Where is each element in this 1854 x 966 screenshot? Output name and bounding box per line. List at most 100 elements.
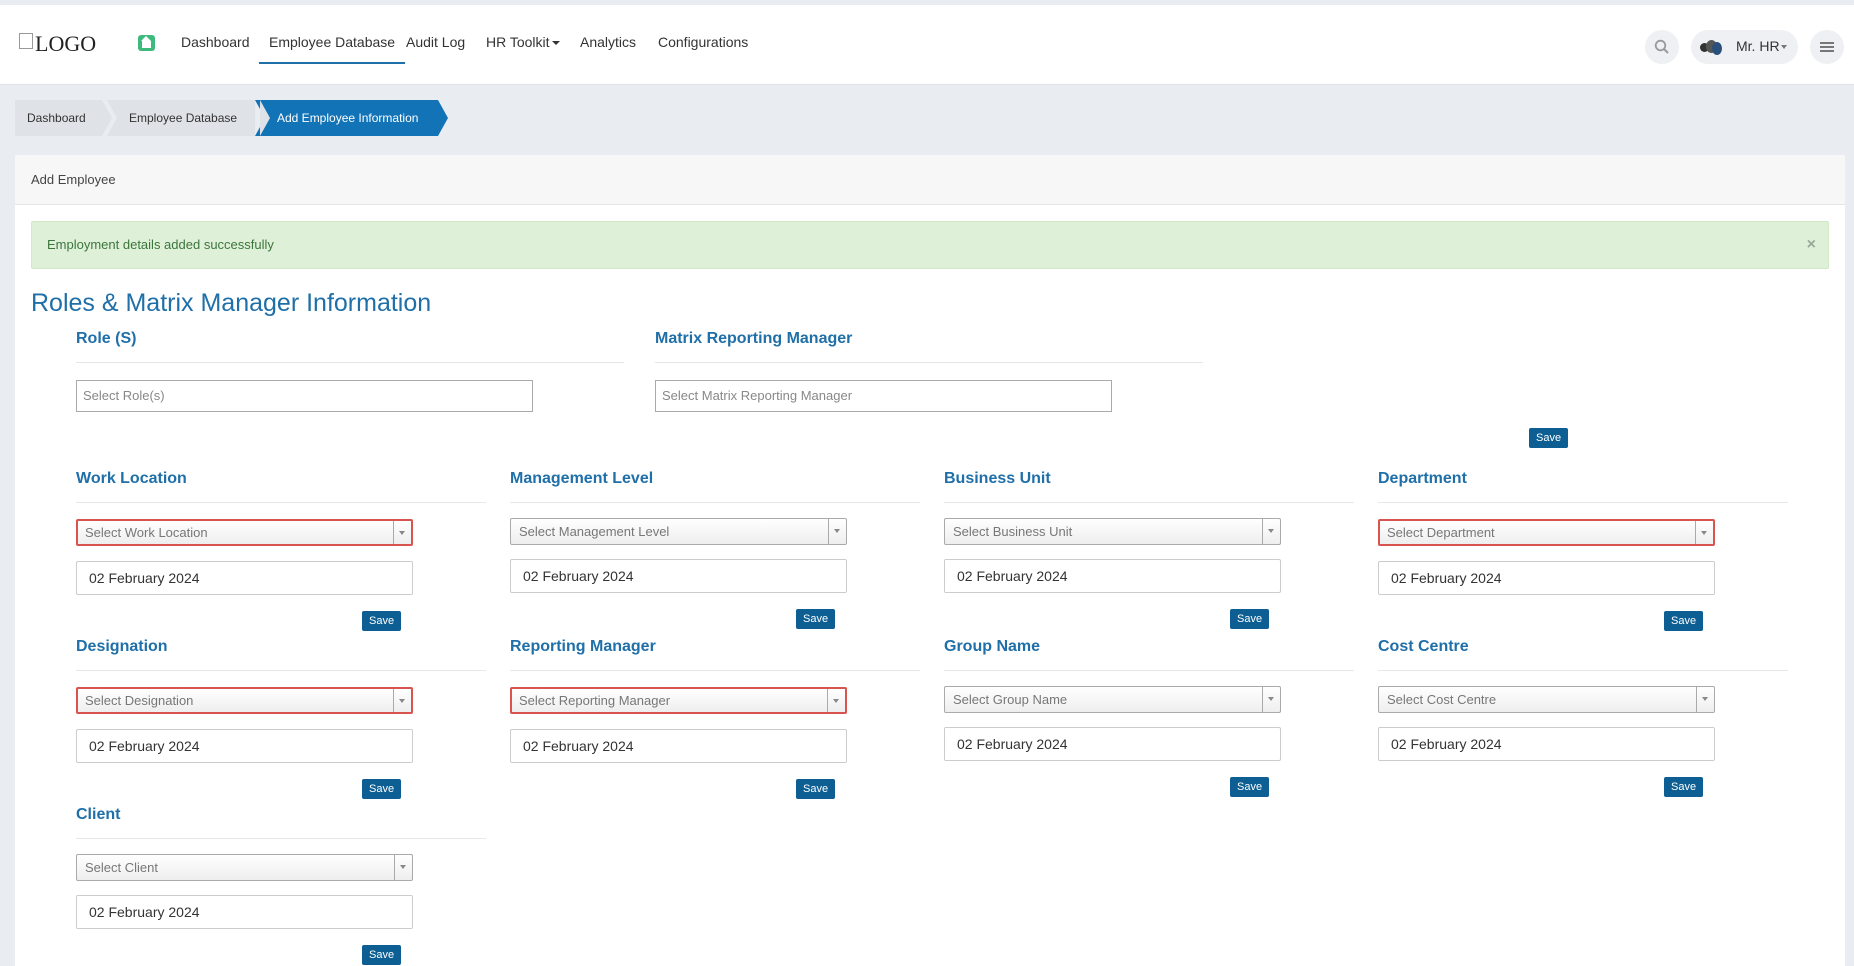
select-placeholder: Select Reporting Manager — [519, 693, 671, 708]
field-label: Client — [76, 804, 486, 839]
role-select-input[interactable]: Select Role(s) — [76, 380, 533, 412]
department-save-button[interactable]: Save — [1664, 611, 1704, 631]
chevron-down-icon — [551, 41, 560, 46]
breadcrumb-employee-database[interactable]: Employee Database — [107, 100, 270, 136]
business-unit-field: Business Unit — [944, 468, 1354, 503]
work-location-field: Work Location — [76, 468, 486, 503]
business-unit-select[interactable]: Select Business Unit — [944, 518, 1281, 545]
nav-configurations[interactable]: Configurations — [658, 34, 748, 50]
broken-image-icon — [19, 33, 33, 49]
chevron-down-icon — [1262, 519, 1280, 544]
roles-save-button[interactable]: Save — [1529, 428, 1569, 448]
menu-icon-bar — [1820, 46, 1834, 48]
reporting-manager-select[interactable]: Select Reporting Manager — [510, 687, 847, 714]
panel-title: Add Employee — [15, 155, 1845, 205]
chevron-down-icon — [828, 519, 846, 544]
nav-analytics[interactable]: Analytics — [580, 34, 636, 50]
nav-employee-database[interactable]: Employee Database — [258, 34, 406, 64]
close-icon[interactable]: × — [1807, 222, 1816, 268]
department-date-input[interactable]: 02 February 2024 — [1378, 561, 1715, 595]
matrix-manager-field: Matrix Reporting Manager — [655, 328, 1203, 363]
chevron-down-icon — [394, 855, 412, 880]
department-field: Department — [1378, 468, 1788, 503]
role-label: Role (S) — [76, 328, 624, 363]
designation-select[interactable]: Select Designation — [76, 687, 413, 714]
breadcrumb-dashboard[interactable]: Dashboard — [15, 100, 112, 136]
breadcrumb-add-employee-information: Add Employee Information — [255, 100, 448, 136]
cost-centre-select[interactable]: Select Cost Centre — [1378, 686, 1715, 713]
field-label: Designation — [76, 636, 486, 671]
management-level-field: Management Level — [510, 468, 920, 503]
chevron-down-icon — [827, 689, 845, 712]
user-menu[interactable]: Mr. HR — [1691, 30, 1798, 64]
search-icon — [1654, 39, 1669, 54]
top-navbar: LOGO Dashboard Employee Database Audit L… — [0, 5, 1854, 85]
add-employee-panel: Employment details added successfully × … — [15, 205, 1845, 966]
logo[interactable]: LOGO — [19, 31, 96, 57]
group-name-date-input[interactable]: 02 February 2024 — [944, 727, 1281, 761]
field-label: Department — [1378, 468, 1788, 503]
field-label: Reporting Manager — [510, 636, 920, 671]
work-location-select[interactable]: Select Work Location — [76, 519, 413, 546]
hamburger-menu-button[interactable] — [1810, 30, 1844, 64]
select-placeholder: Select Designation — [85, 693, 194, 708]
select-placeholder: Select Business Unit — [953, 524, 1073, 539]
business-unit-date-input[interactable]: 02 February 2024 — [944, 559, 1281, 593]
group-name-save-button[interactable]: Save — [1230, 777, 1270, 797]
field-label: Work Location — [76, 468, 486, 503]
chevron-down-icon — [393, 521, 411, 544]
select-placeholder: Select Management Level — [519, 524, 670, 539]
cost-centre-save-button[interactable]: Save — [1664, 777, 1704, 797]
cost-centre-field: Cost Centre — [1378, 636, 1788, 671]
section-title: Roles & Matrix Manager Information — [31, 289, 432, 317]
group-name-select[interactable]: Select Group Name — [944, 686, 1281, 713]
matrix-manager-select-input[interactable]: Select Matrix Reporting Manager — [655, 380, 1112, 412]
nav-audit-log[interactable]: Audit Log — [406, 34, 465, 50]
logo-alt-text: LOGO — [35, 31, 97, 56]
success-alert: Employment details added successfully × — [31, 221, 1829, 269]
reporting-manager-date-input[interactable]: 02 February 2024 — [510, 729, 847, 763]
department-select[interactable]: Select Department — [1378, 519, 1715, 546]
role-field: Role (S) — [76, 328, 624, 363]
cost-centre-date-input[interactable]: 02 February 2024 — [1378, 727, 1715, 761]
select-placeholder: Select Client — [85, 860, 158, 875]
designation-field: Designation — [76, 636, 486, 671]
menu-icon-bar — [1820, 50, 1834, 52]
group-name-field: Group Name — [944, 636, 1354, 671]
chevron-down-icon — [1262, 687, 1280, 712]
alert-message: Employment details added successfully — [47, 237, 274, 252]
reporting-manager-save-button[interactable]: Save — [796, 779, 836, 799]
work-location-save-button[interactable]: Save — [362, 611, 402, 631]
chevron-down-icon — [1781, 45, 1787, 49]
matrix-manager-label: Matrix Reporting Manager — [655, 328, 1203, 363]
client-field: Client — [76, 804, 486, 839]
management-level-date-input[interactable]: 02 February 2024 — [510, 559, 847, 593]
business-unit-save-button[interactable]: Save — [1230, 609, 1270, 629]
avatar — [1700, 39, 1722, 55]
select-placeholder: Select Cost Centre — [1387, 692, 1497, 707]
field-label: Group Name — [944, 636, 1354, 671]
client-date-input[interactable]: 02 February 2024 — [76, 895, 413, 929]
user-name: Mr. HR — [1736, 38, 1780, 54]
select-placeholder: Select Work Location — [85, 525, 208, 540]
client-save-button[interactable]: Save — [362, 945, 402, 965]
nav-hr-toolkit-label: HR Toolkit — [486, 34, 550, 50]
designation-save-button[interactable]: Save — [362, 779, 402, 799]
work-location-date-input[interactable]: 02 February 2024 — [76, 561, 413, 595]
designation-date-input[interactable]: 02 February 2024 — [76, 729, 413, 763]
management-level-select[interactable]: Select Management Level — [510, 518, 847, 545]
management-level-save-button[interactable]: Save — [796, 609, 836, 629]
field-label: Cost Centre — [1378, 636, 1788, 671]
nav-dashboard[interactable]: Dashboard — [181, 34, 250, 50]
client-select[interactable]: Select Client — [76, 854, 413, 881]
nav-hr-toolkit[interactable]: HR Toolkit — [486, 34, 560, 50]
field-label: Management Level — [510, 468, 920, 503]
select-placeholder: Select Group Name — [953, 692, 1068, 707]
chevron-down-icon — [393, 689, 411, 712]
search-button[interactable] — [1645, 30, 1679, 64]
home-icon[interactable] — [138, 35, 155, 51]
select-placeholder: Select Department — [1387, 525, 1495, 540]
chevron-down-icon — [1696, 687, 1714, 712]
chevron-down-icon — [1695, 521, 1713, 544]
reporting-manager-field: Reporting Manager — [510, 636, 920, 671]
